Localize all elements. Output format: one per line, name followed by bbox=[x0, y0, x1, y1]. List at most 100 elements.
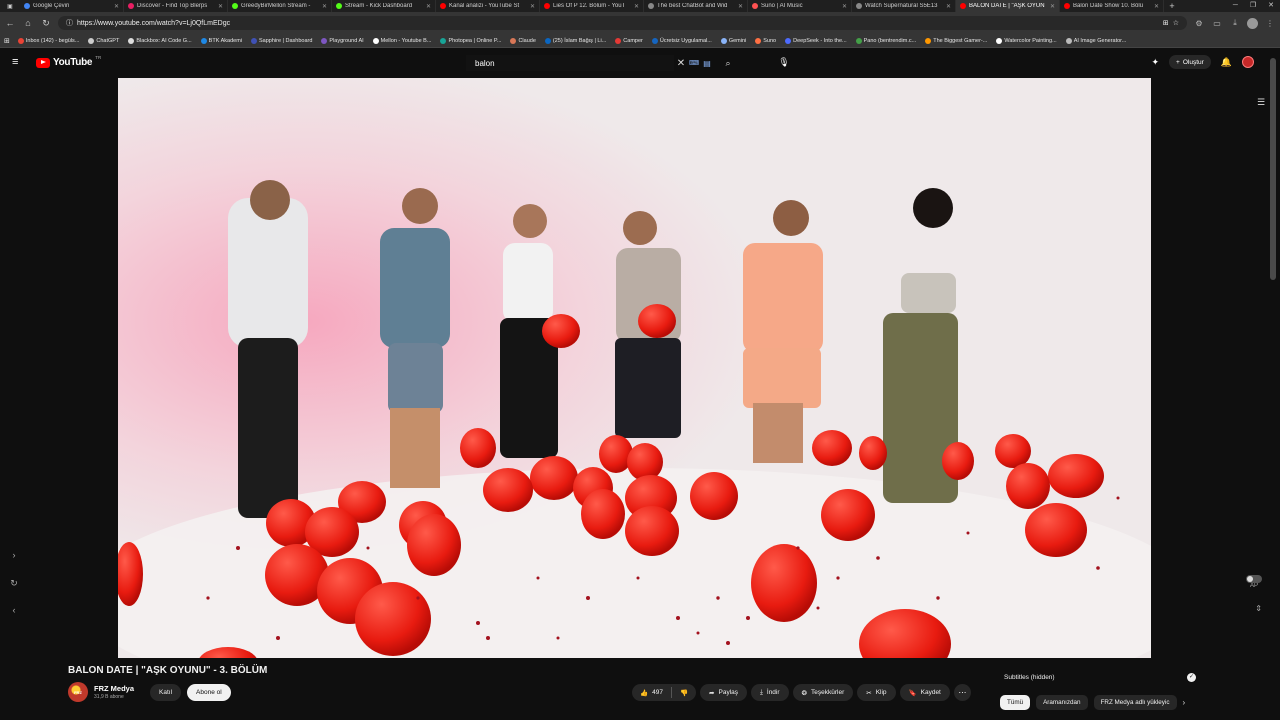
thanks-button[interactable]: ❂ Teşekkürler bbox=[792, 684, 854, 701]
checkmark-icon[interactable]: ✓ bbox=[1187, 673, 1196, 682]
share-button[interactable]: ➦ Paylaş bbox=[700, 684, 748, 701]
download-button[interactable]: ⤓ İndir bbox=[751, 684, 789, 701]
extension-puzzle-icon[interactable]: ✦ bbox=[1151, 57, 1159, 68]
site-info-icon[interactable]: ⓘ bbox=[66, 18, 73, 28]
bookmark-item[interactable]: AI Image Generator... bbox=[1065, 37, 1126, 44]
channel-avatar[interactable]: FRZ bbox=[68, 682, 88, 702]
back-icon[interactable]: ← bbox=[4, 18, 16, 28]
close-window-icon[interactable]: ✕ bbox=[1268, 0, 1274, 12]
chevron-right-icon[interactable]: › bbox=[1183, 698, 1186, 707]
autoplay-toggle[interactable]: AP bbox=[1246, 575, 1262, 589]
bookmark-item[interactable]: Photopea | Online P... bbox=[440, 37, 501, 44]
maximize-icon[interactable]: ❐ bbox=[1250, 0, 1256, 12]
bookmark-item[interactable]: Ücretsiz Uygulamal... bbox=[651, 37, 712, 44]
close-tab-icon[interactable]: ✕ bbox=[738, 3, 743, 10]
join-button[interactable]: Katıl bbox=[150, 683, 182, 701]
apps-grid-icon[interactable]: ⊞ bbox=[4, 37, 10, 45]
expand-vertical-icon[interactable]: ⇕ bbox=[1255, 604, 1262, 613]
browser-menu-icon[interactable]: ⋮ bbox=[1264, 19, 1276, 28]
voice-search-icon[interactable]: 🎙 bbox=[778, 57, 790, 69]
search-input[interactable]: balon bbox=[466, 55, 674, 71]
new-tab-button[interactable]: + bbox=[1164, 1, 1180, 11]
save-button[interactable]: 🔖 Kaydet bbox=[899, 684, 950, 701]
more-actions-icon[interactable]: ⋯ bbox=[953, 684, 971, 701]
close-tab-icon[interactable]: ✕ bbox=[530, 3, 535, 10]
bookmark-item[interactable]: (25) İslam Bağış | Li... bbox=[544, 37, 606, 44]
tab-title: Watch Supernatural S5E13 bbox=[865, 3, 938, 9]
window-menu-icon[interactable]: ▣ bbox=[0, 3, 20, 10]
translate-extension-icon[interactable]: ▤ bbox=[700, 59, 714, 68]
page-scrollbar[interactable] bbox=[1270, 58, 1276, 280]
collapse-left-icon[interactable]: ‹ bbox=[8, 605, 20, 615]
bookmark-star-icon[interactable]: ☆ bbox=[1173, 19, 1179, 27]
side-panel-menu-icon[interactable]: ☰ bbox=[1254, 97, 1268, 109]
close-tab-icon[interactable]: ✕ bbox=[842, 3, 847, 10]
bookmark-item[interactable]: DeepSeek - Into the... bbox=[785, 37, 847, 44]
profile-avatar[interactable] bbox=[1247, 17, 1258, 29]
browser-tab[interactable]: Lies Of P 12. Bölüm - YouT ✕ bbox=[540, 0, 644, 12]
create-button[interactable]: + Oluştur bbox=[1169, 55, 1211, 69]
bookmark-item[interactable]: Playground AI bbox=[321, 37, 364, 44]
keyboard-icon[interactable]: ⌨ bbox=[688, 59, 700, 67]
browser-tab[interactable]: Suno | AI Music ✕ bbox=[748, 0, 852, 12]
browser-tab[interactable]: Watch Supernatural S5E13 ✕ bbox=[852, 0, 956, 12]
close-tab-icon[interactable]: ✕ bbox=[946, 3, 951, 10]
minimize-icon[interactable]: ─ bbox=[1233, 0, 1238, 12]
bookmark-item[interactable]: Claude bbox=[510, 37, 536, 44]
browser-tab[interactable]: Stream - Kick Dashboard ✕ bbox=[332, 0, 436, 12]
bookmark-item[interactable]: Pano (bentrendim.c... bbox=[855, 37, 916, 44]
browser-tab[interactable]: Kanal analizi - YouTube St ✕ bbox=[436, 0, 540, 12]
search-button[interactable]: ⌕ bbox=[714, 55, 742, 71]
bookmark-item[interactable]: Blackbox: AI Code G... bbox=[128, 37, 192, 44]
user-avatar[interactable] bbox=[1242, 56, 1254, 68]
bookmark-item[interactable]: Gemini bbox=[720, 37, 746, 44]
close-tab-icon[interactable]: ✕ bbox=[1050, 3, 1055, 10]
browser-tab[interactable]: Discover - Find Top Blerps ✕ bbox=[124, 0, 228, 12]
chip-from-search[interactable]: Aramanızdan bbox=[1036, 695, 1088, 710]
browser-tab[interactable]: The best ChatBot and Wid ✕ bbox=[644, 0, 748, 12]
bookmark-item[interactable]: Suno bbox=[755, 37, 776, 44]
chip-from-uploader[interactable]: FRZ Medya adlı yükleyic bbox=[1093, 695, 1177, 710]
channel-name[interactable]: FRZ Medya bbox=[94, 684, 134, 693]
clear-search-icon[interactable]: ✕ bbox=[674, 58, 688, 69]
url-bar[interactable]: ⓘ https://www.youtube.com/watch?v=Lj0QfL… bbox=[58, 16, 1187, 30]
chip-all[interactable]: Tümü bbox=[1000, 695, 1031, 710]
video-player[interactable] bbox=[118, 78, 1151, 658]
bookmark-item[interactable]: Sapphire | Dashboard bbox=[251, 37, 312, 44]
dislike-button[interactable]: 👎 bbox=[672, 684, 696, 701]
close-tab-icon[interactable]: ✕ bbox=[218, 3, 223, 10]
youtube-logo[interactable]: YouTube TR bbox=[36, 55, 101, 68]
browser-tab[interactable]: BALON DATE | "AŞK OYUN ✕ bbox=[956, 0, 1060, 12]
close-tab-icon[interactable]: ✕ bbox=[426, 3, 431, 10]
bookmark-item[interactable]: ChatGPT bbox=[88, 37, 119, 44]
close-tab-icon[interactable]: ✕ bbox=[114, 3, 119, 10]
close-tab-icon[interactable]: ✕ bbox=[322, 3, 327, 10]
bookmark-item[interactable]: BTK Akademi bbox=[200, 37, 242, 44]
reload-icon[interactable]: ↻ bbox=[40, 18, 52, 29]
subscribe-button[interactable]: Abone ol bbox=[187, 683, 231, 701]
bookmark-favicon-icon bbox=[128, 37, 135, 44]
bookmark-item[interactable]: The Biggest Gamer-... bbox=[925, 37, 987, 44]
hamburger-menu-icon[interactable]: ≡ bbox=[12, 57, 23, 68]
bookmark-item[interactable]: Camper bbox=[615, 37, 643, 44]
clip-button[interactable]: ✂ Klip bbox=[857, 684, 896, 701]
bookmark-item[interactable]: Inbox (142) - begüls... bbox=[17, 37, 79, 44]
downloads-icon[interactable]: ⤓ bbox=[1229, 18, 1241, 28]
like-button[interactable]: 👍 497 bbox=[632, 684, 671, 701]
expand-right-icon[interactable]: › bbox=[8, 550, 20, 560]
browser-tab[interactable]: GreedyBirMellon Stream - ✕ bbox=[228, 0, 332, 12]
bookmark-item[interactable]: Mellon - Youtube B... bbox=[372, 37, 431, 44]
install-app-icon[interactable]: ⊞ bbox=[1163, 19, 1169, 27]
close-tab-icon[interactable]: ✕ bbox=[634, 3, 639, 10]
notifications-bell-icon[interactable]: 🔔 bbox=[1221, 57, 1232, 68]
refresh-small-icon[interactable]: ↻ bbox=[8, 578, 20, 589]
url-text: https://www.youtube.com/watch?v=Lj0QfLmE… bbox=[77, 19, 231, 27]
tab-favicon-icon bbox=[544, 3, 550, 9]
sidebar-icon[interactable]: ▭ bbox=[1211, 19, 1223, 28]
close-tab-icon[interactable]: ✕ bbox=[1154, 3, 1159, 10]
browser-tab[interactable]: Balon Date Show 10. Bölü ✕ bbox=[1060, 0, 1164, 12]
extensions-icon[interactable]: ⚙ bbox=[1193, 19, 1205, 28]
bookmark-item[interactable]: Watercolor Painting... bbox=[996, 37, 1057, 44]
browser-tab[interactable]: Google Çeviri ✕ bbox=[20, 0, 124, 12]
home-icon[interactable]: ⌂ bbox=[22, 18, 34, 28]
